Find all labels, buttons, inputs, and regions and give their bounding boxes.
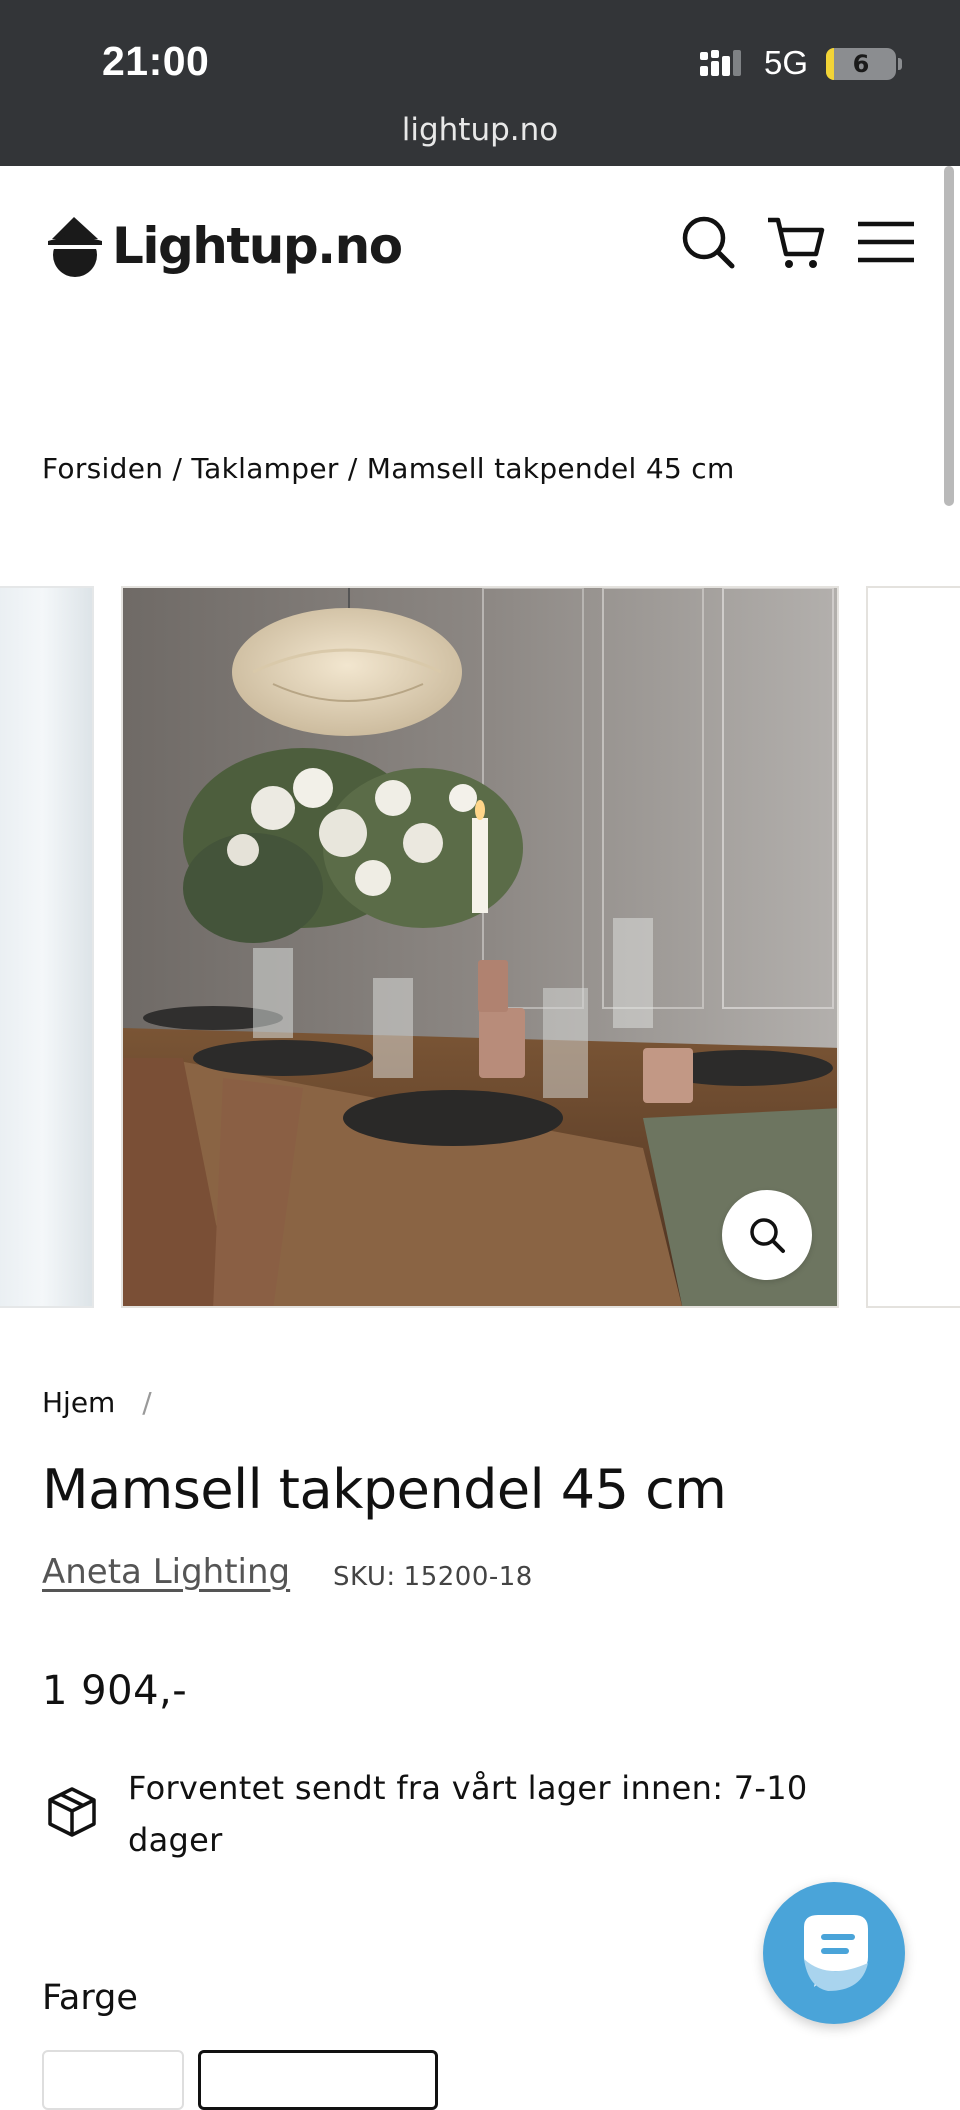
search-icon (750, 1218, 785, 1253)
status-bar: 21:00 5G 6 lightup.no (0, 0, 960, 166)
color-option[interactable] (42, 2050, 184, 2110)
menu-icon[interactable] (854, 210, 918, 274)
logo[interactable]: Lightup.no (44, 206, 403, 286)
url-bar[interactable]: lightup.no (0, 112, 960, 148)
site-header: Lightup.no (0, 166, 960, 326)
signal-icon (700, 50, 741, 76)
lamp-logo-icon (46, 217, 104, 277)
product-breadcrumb: Hjem / (42, 1386, 152, 1419)
sku-value: 15200-18 (403, 1562, 533, 1592)
product-price: 1 904,- (42, 1668, 188, 1714)
chat-icon (804, 1915, 868, 1991)
gallery-slide-next[interactable] (866, 586, 960, 1308)
breadcrumb-separator: / (142, 1386, 152, 1419)
battery-level: 6 (852, 50, 870, 78)
scrollbar[interactable] (944, 166, 954, 506)
product-gallery[interactable] (0, 586, 960, 1308)
gallery-slide-previous[interactable] (0, 586, 94, 1308)
search-icon[interactable] (676, 210, 740, 274)
product-title: Mamsell takpendel 45 cm (42, 1458, 727, 1521)
logo-text: Lightup.no (112, 217, 403, 275)
sku-label: SKU: (333, 1562, 396, 1592)
sku: SKU: 15200-18 (333, 1562, 533, 1592)
network-label: 5G (764, 44, 809, 81)
shipping-info: Forventet sendt fra vårt lager innen: 7-… (128, 1769, 808, 1859)
battery-tip (898, 58, 902, 70)
gallery-slide-main[interactable] (121, 586, 839, 1308)
color-option-selected[interactable] (198, 2050, 438, 2110)
chat-button[interactable] (763, 1882, 905, 2024)
brand-link[interactable]: Aneta Lighting (42, 1552, 290, 1592)
breadcrumb[interactable]: Forsiden / Taklamper / Mamsell takpendel… (42, 452, 735, 485)
zoom-button[interactable] (722, 1190, 812, 1280)
color-label: Farge (42, 1978, 138, 2018)
breadcrumb-home-link[interactable]: Hjem (42, 1386, 115, 1419)
battery-icon: 6 (826, 48, 896, 80)
cart-icon[interactable] (764, 210, 828, 274)
package-icon (48, 1787, 96, 1837)
product-photo (123, 588, 837, 1306)
status-time: 21:00 (102, 38, 210, 84)
